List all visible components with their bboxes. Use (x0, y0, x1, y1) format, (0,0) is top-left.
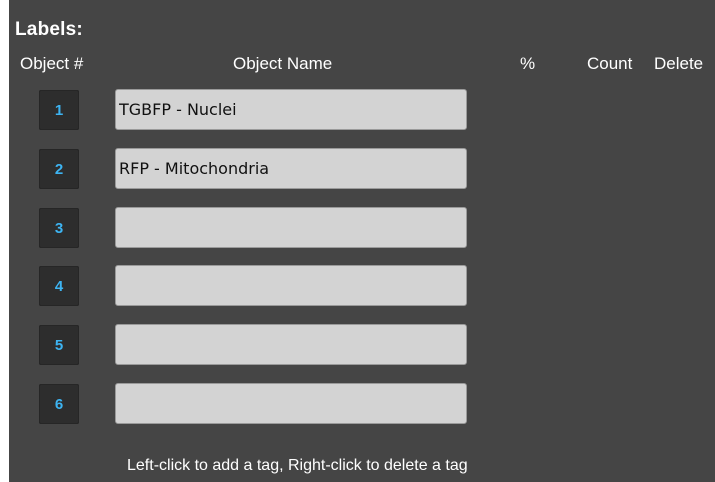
column-header-object-name: Object Name (233, 54, 333, 73)
object-number-button-1[interactable]: 1 (39, 90, 79, 130)
column-header-percent: % (520, 54, 536, 73)
labels-panel: Labels: Object # Object Name % Count Del… (9, 0, 715, 482)
label-row-2: 2 (9, 148, 715, 191)
label-row-5: 5 (9, 324, 715, 367)
object-name-input-4[interactable] (115, 265, 467, 306)
column-header-object-number: Object # (20, 54, 84, 73)
label-row-3: 3 (9, 207, 715, 250)
object-number-button-6[interactable]: 6 (39, 384, 79, 424)
tag-instructions-hint: Left-click to add a tag, Right-click to … (127, 457, 468, 474)
object-number-button-4[interactable]: 4 (39, 266, 79, 306)
object-name-input-1[interactable] (115, 89, 467, 130)
object-name-input-5[interactable] (115, 324, 467, 365)
column-header-delete: Delete (654, 54, 704, 73)
object-number-button-5[interactable]: 5 (39, 325, 79, 365)
object-name-input-6[interactable] (115, 383, 467, 424)
object-name-input-2[interactable] (115, 148, 467, 189)
label-row-4: 4 (9, 265, 715, 308)
column-header-count: Count (587, 54, 633, 73)
object-number-button-3[interactable]: 3 (39, 208, 79, 248)
label-row-6: 6 (9, 383, 715, 426)
panel-title: Labels: (15, 19, 83, 40)
object-number-button-2[interactable]: 2 (39, 149, 79, 189)
label-row-1: 1 (9, 89, 715, 132)
object-name-input-3[interactable] (115, 207, 467, 248)
